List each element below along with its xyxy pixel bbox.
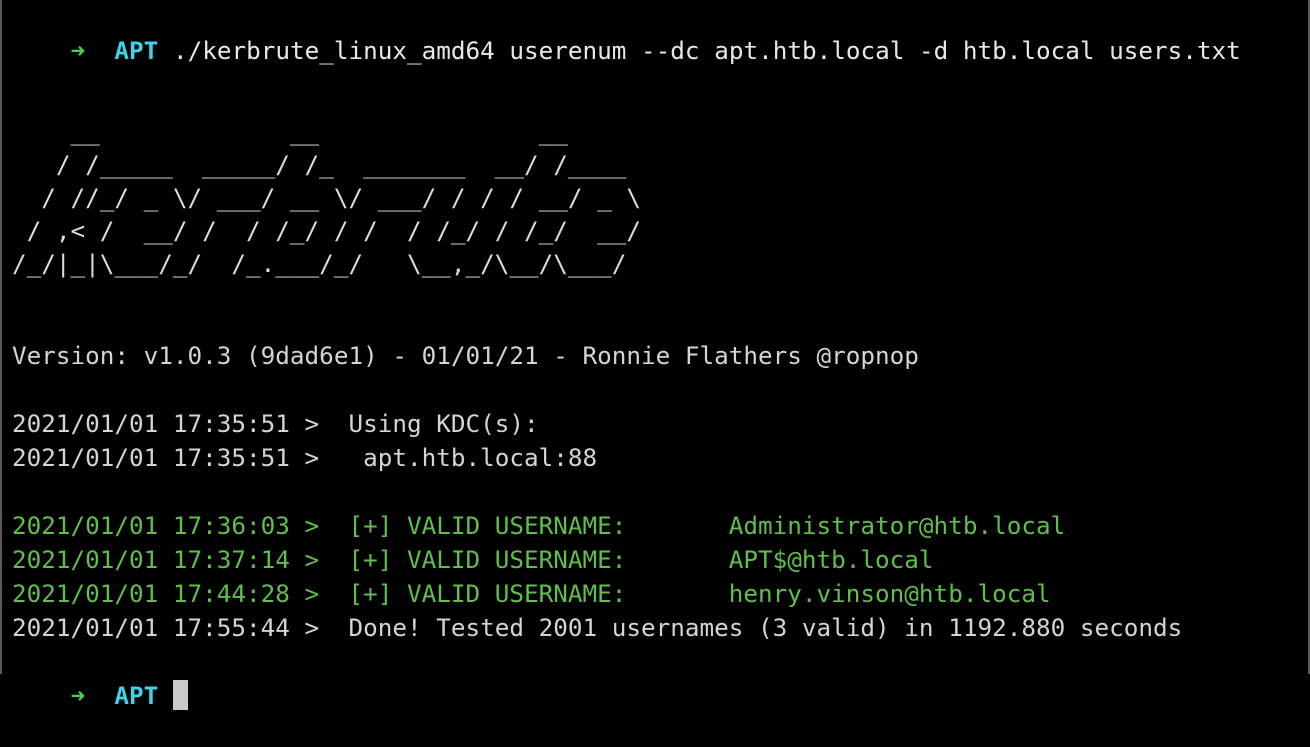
terminal-cursor[interactable] [172,680,188,710]
log-line-valid-user: 2021/01/01 17:36:03 > [+] VALID USERNAME… [12,511,1066,540]
command-text: ./kerbrute_linux_amd64 userenum --dc apt… [172,36,1241,65]
log-line-valid-user: 2021/01/01 17:37:14 > [+] VALID USERNAME… [12,545,934,574]
command-line: ➜ APT ./kerbrute_linux_amd64 userenum --… [12,0,1241,65]
prompt-directory: APT [114,681,159,710]
prompt-arrow-icon: ➜ [70,36,86,65]
terminal-window[interactable]: ➜ APT ./kerbrute_linux_amd64 userenum --… [0,0,1310,710]
kerbrute-ascii-banner: __ __ __ / /_____ _____/ /_ _______ __/ … [12,117,642,278]
prompt-arrow-icon: ➜ [70,681,86,710]
prompt-directory: APT [114,36,159,65]
version-line: Version: v1.0.3 (9dad6e1) - 01/01/21 - R… [12,341,919,370]
log-line-valid-user: 2021/01/01 17:44:28 > [+] VALID USERNAME… [12,579,1051,608]
log-line-kdc: 2021/01/01 17:35:51 > Using KDC(s): [12,409,539,438]
log-line-kdc-host: 2021/01/01 17:35:51 > apt.htb.local:88 [12,443,598,472]
log-line-done: 2021/01/01 17:55:44 > Done! Tested 2001 … [12,613,1183,642]
